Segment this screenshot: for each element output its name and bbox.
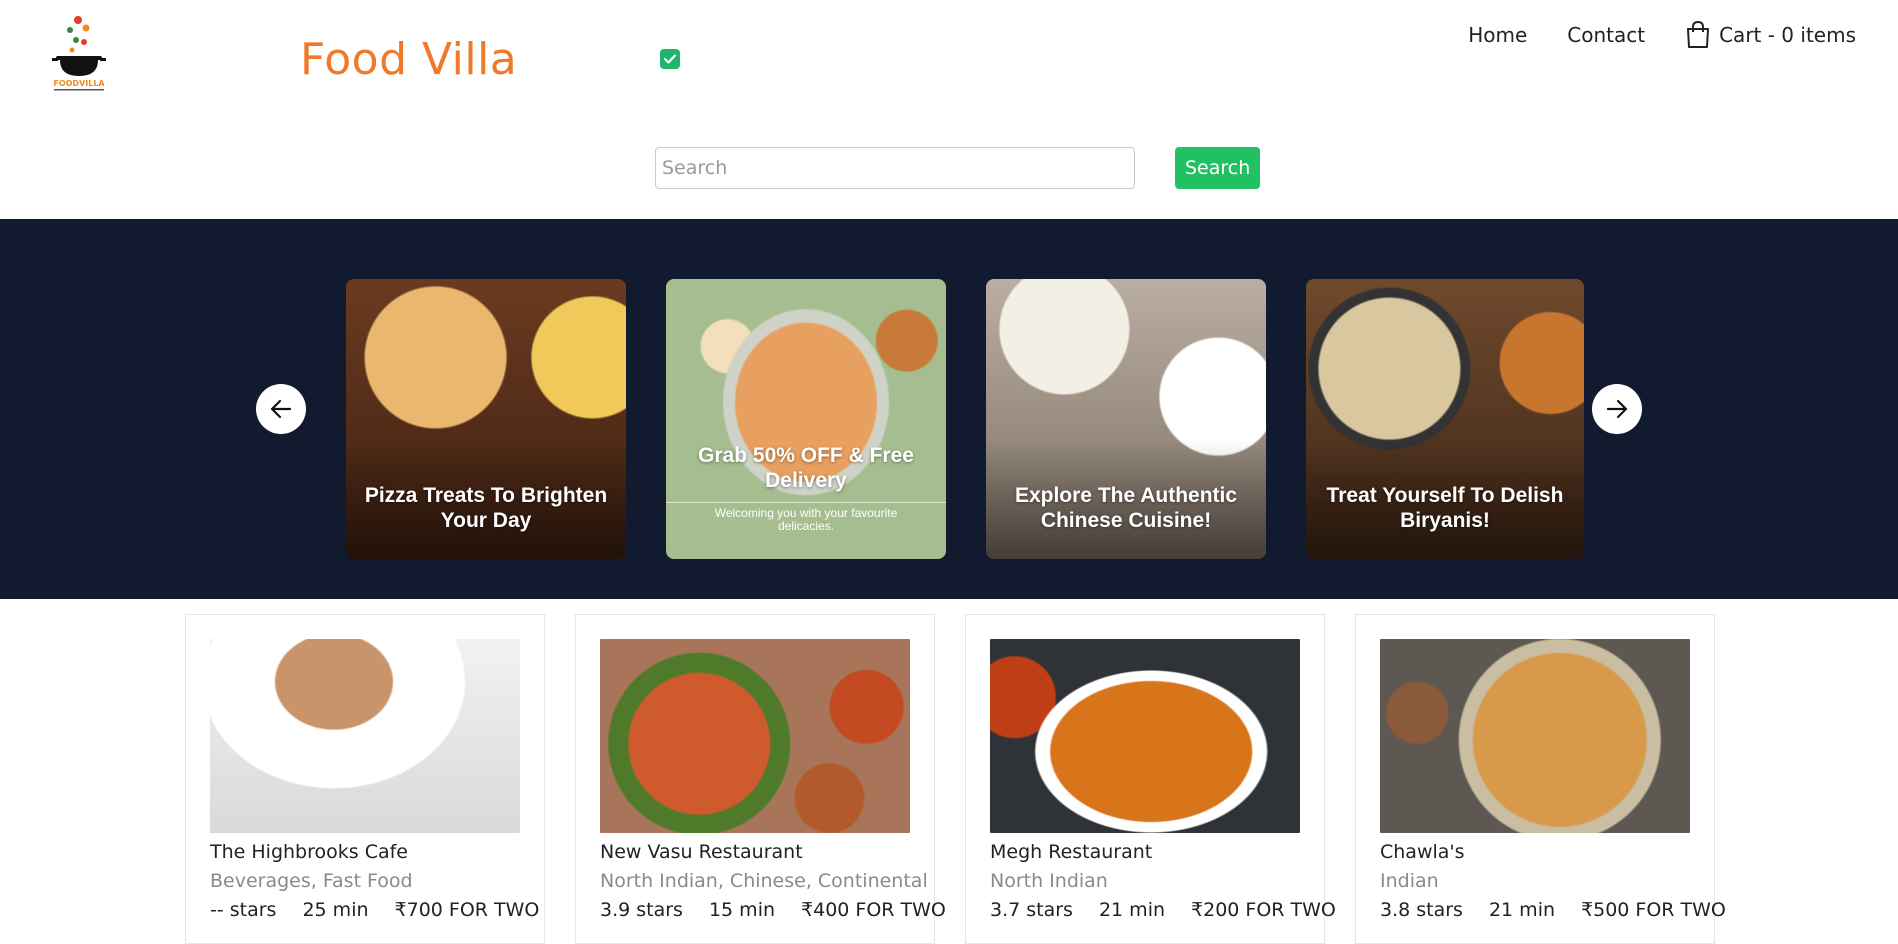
restaurant-name: Chawla's — [1380, 841, 1465, 863]
restaurant-meta: 3.8 stars 21 min ₹500 FOR TWO — [1380, 899, 1726, 921]
arrow-left-icon — [270, 399, 292, 419]
restaurant-rating: 3.8 stars — [1380, 899, 1463, 921]
restaurant-cost: ₹500 FOR TWO — [1581, 899, 1726, 921]
slide-title: Explore The Authentic Chinese Cuisine! — [1014, 483, 1238, 532]
restaurant-meta: 3.7 stars 21 min ₹200 FOR TWO — [990, 899, 1336, 921]
toggle-checkbox[interactable] — [660, 49, 680, 69]
restaurant-image — [1380, 639, 1690, 833]
arrow-right-icon — [1606, 399, 1628, 419]
restaurant-name: New Vasu Restaurant — [600, 841, 803, 863]
restaurant-name: Megh Restaurant — [990, 841, 1153, 863]
restaurant-name: The Highbrooks Cafe — [210, 841, 408, 863]
restaurant-delivery-time: 21 min — [1488, 899, 1556, 921]
restaurant-card[interactable]: New Vasu Restaurant North Indian, Chines… — [575, 614, 946, 944]
offers-carousel: Pizza Treats To Brighten Your Day Grab 5… — [0, 219, 1898, 599]
page-title: Food Villa — [300, 34, 518, 85]
restaurant-image — [990, 639, 1300, 833]
slide-title: Grab 50% OFF & Free Delivery — [698, 444, 914, 493]
search-button[interactable]: Search — [1175, 147, 1261, 189]
carousel-next-button[interactable] — [1592, 384, 1642, 434]
food-villa-logo[interactable]: FOODVILLA — [48, 12, 114, 92]
restaurant-cost: ₹700 FOR TWO — [394, 899, 540, 921]
nav-contact-link[interactable]: Contact — [1567, 23, 1645, 47]
logo-text: FOODVILLA — [53, 79, 105, 88]
pot-logo-icon: FOODVILLA — [52, 16, 106, 91]
restaurant-rating: -- stars — [210, 899, 277, 921]
nav-home-link[interactable]: Home — [1468, 23, 1527, 47]
restaurant-delivery-time: 25 min — [302, 899, 369, 921]
restaurant-rating: 3.9 stars — [600, 899, 683, 921]
restaurant-meta: 3.9 stars 15 min ₹400 FOR TWO — [600, 899, 946, 921]
restaurant-list: The Highbrooks Cafe Beverages, Fast Food… — [185, 614, 1726, 944]
restaurant-rating: 3.7 stars — [990, 899, 1073, 921]
shopping-bag-icon — [1687, 21, 1710, 48]
restaurant-cost: ₹400 FOR TWO — [801, 899, 946, 921]
restaurant-card[interactable]: Chawla's Indian 3.8 stars 21 min ₹500 FO… — [1355, 614, 1726, 944]
restaurant-card[interactable]: The Highbrooks Cafe Beverages, Fast Food… — [185, 614, 545, 944]
restaurant-cuisine: Indian — [1380, 870, 1439, 892]
restaurant-image — [600, 639, 910, 833]
top-nav: Home Contact Cart - 0 items — [1468, 21, 1856, 49]
carousel-prev-button[interactable] — [256, 384, 306, 434]
carousel-slide[interactable]: Pizza Treats To Brighten Your Day — [346, 279, 626, 559]
restaurant-image — [210, 639, 520, 833]
slide-title: Treat Yourself To Delish Biryanis! — [1326, 483, 1564, 532]
slide-title: Pizza Treats To Brighten Your Day — [364, 483, 608, 532]
carousel-track: Pizza Treats To Brighten Your Day Grab 5… — [346, 279, 1584, 559]
restaurant-cuisine: North Indian — [990, 870, 1108, 892]
checkmark-icon — [663, 54, 677, 64]
carousel-slide[interactable]: Grab 50% OFF & Free Delivery Welcoming y… — [666, 279, 946, 559]
restaurant-cuisine: Beverages, Fast Food — [210, 870, 413, 892]
restaurant-delivery-time: 21 min — [1098, 899, 1166, 921]
restaurant-meta: -- stars 25 min ₹700 FOR TWO — [210, 899, 539, 921]
cart-label: Cart - 0 items — [1719, 23, 1856, 47]
carousel-slide[interactable]: Treat Yourself To Delish Biryanis! — [1306, 279, 1584, 559]
header: FOODVILLA Food Villa Home Contact Cart -… — [0, 0, 1898, 219]
restaurant-delivery-time: 15 min — [708, 899, 776, 921]
restaurant-card[interactable]: Megh Restaurant North Indian 3.7 stars 2… — [965, 614, 1336, 944]
slide-subtitle: Welcoming you with your favourite delica… — [666, 501, 946, 533]
restaurant-cost: ₹200 FOR TWO — [1191, 899, 1336, 921]
cart-link[interactable]: Cart - 0 items — [1685, 21, 1856, 49]
restaurant-cuisine: North Indian, Chinese, Continental — [600, 870, 928, 892]
search-input[interactable] — [655, 147, 1135, 189]
carousel-slide[interactable]: Explore The Authentic Chinese Cuisine! — [986, 279, 1266, 559]
search-bar: Search — [655, 147, 1261, 189]
